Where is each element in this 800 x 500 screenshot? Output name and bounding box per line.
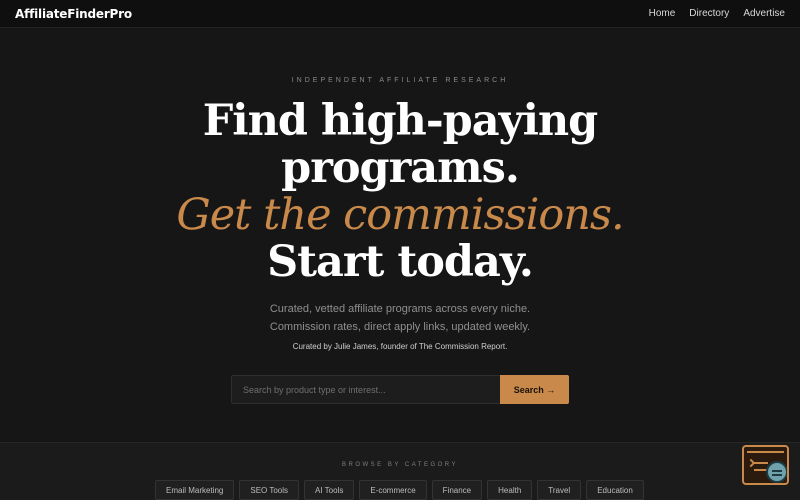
category-chip-ai-tools[interactable]: AI Tools: [304, 480, 355, 500]
brand-logo[interactable]: AffiliateFinderPro: [15, 7, 132, 21]
headline-line-1: Find high-paying: [202, 96, 599, 146]
hero-headline: Find high-paying programs. Get the commi…: [0, 98, 800, 286]
headline-accent-line: Get the commissions.: [176, 190, 624, 240]
widget-title-bar: [747, 451, 784, 453]
curated-by-text: Curated by Julie James, founder of The C…: [292, 342, 508, 351]
category-chip-education[interactable]: Education: [586, 480, 644, 500]
search-button[interactable]: Search →: [500, 375, 569, 404]
subtitle-line-2: Commission rates, direct apply links, up…: [269, 321, 531, 333]
hero-section: INDEPENDENT AFFILIATE RESEARCH Find high…: [0, 28, 800, 442]
category-chip-e-commerce[interactable]: E-commerce: [359, 480, 427, 500]
chat-widget-icon[interactable]: [742, 445, 789, 485]
category-chip-seo-tools[interactable]: SEO Tools: [239, 480, 300, 500]
nav-home-link[interactable]: Home: [649, 8, 676, 19]
widget-chat-bubble: [766, 461, 787, 483]
search-bar: Search →: [231, 375, 569, 404]
category-chip-travel[interactable]: Travel: [537, 480, 582, 500]
headline-line-2: programs.: [281, 143, 520, 193]
browse-category-title: BROWSE BY CATEGORY: [341, 462, 458, 468]
main-nav: Home Directory Advertise: [649, 8, 785, 19]
category-chip-list: Email Marketing SEO Tools AI Tools E-com…: [155, 480, 644, 500]
top-navigation-bar: AffiliateFinderPro Home Directory Advert…: [0, 0, 800, 28]
headline-line-4: Start today.: [267, 237, 534, 287]
nav-advertise-link[interactable]: Advertise: [743, 8, 785, 19]
hero-subtitle: Curated, vetted affiliate programs acros…: [0, 300, 800, 336]
browse-category-section: BROWSE BY CATEGORY Email Marketing SEO T…: [0, 442, 800, 500]
category-chip-health[interactable]: Health: [487, 480, 533, 500]
hero-eyebrow: INDEPENDENT AFFILIATE RESEARCH: [291, 77, 509, 84]
category-chip-finance[interactable]: Finance: [431, 480, 483, 500]
subtitle-line-1: Curated, vetted affiliate programs acros…: [269, 303, 531, 315]
widget-line: [754, 462, 768, 464]
nav-directory-link[interactable]: Directory: [689, 8, 729, 19]
search-input[interactable]: [231, 375, 500, 404]
category-chip-email-marketing[interactable]: Email Marketing: [155, 480, 235, 500]
